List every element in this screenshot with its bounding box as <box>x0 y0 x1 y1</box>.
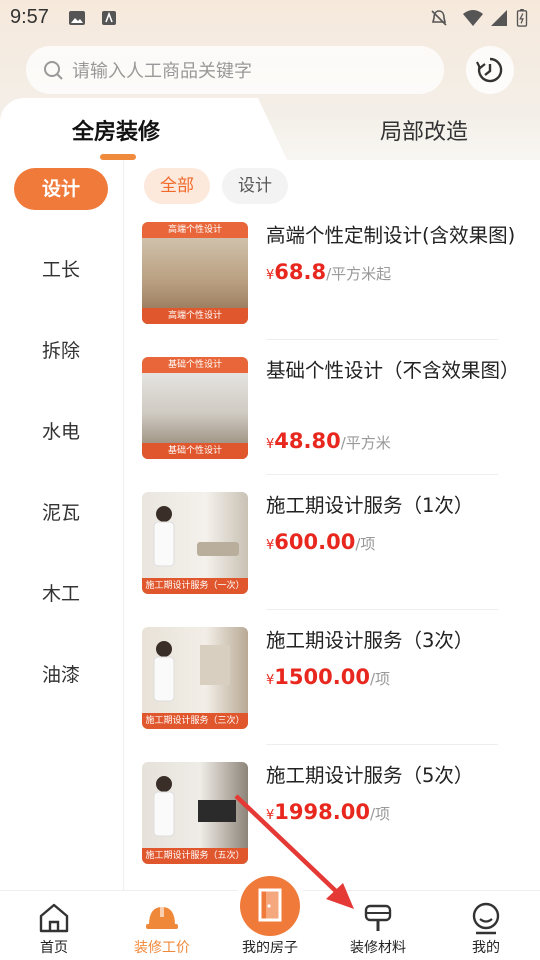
helmet-icon <box>146 907 178 929</box>
product-card[interactable]: 施工期设计服务（三次） 施工期设计服务（3次） ¥1500.00/项 <box>142 627 502 757</box>
search-input[interactable]: 请输入人工商品关键字 <box>26 46 444 94</box>
divider <box>266 744 498 745</box>
designer-photo <box>153 506 239 567</box>
nav-renovation-price[interactable]: 装修工价 <box>108 891 216 960</box>
product-name: 施工期设计服务（3次） <box>266 629 474 652</box>
nav-materials[interactable]: 装修材料 <box>324 891 432 960</box>
filter-all[interactable]: 全部 <box>144 168 210 204</box>
product-thumbnail: 施工期设计服务（三次） <box>142 627 248 729</box>
sidebar-item-painting[interactable]: 油漆 <box>14 654 108 696</box>
sidebar-item-demolition[interactable]: 拆除 <box>14 330 108 372</box>
nav-renovation-price-label: 装修工价 <box>134 940 190 956</box>
sidebar-item-carpentry[interactable]: 木工 <box>14 573 108 615</box>
product-thumbnail: 施工期设计服务（一次） <box>142 492 248 594</box>
sidebar-item-design[interactable]: 设计 <box>14 168 108 210</box>
divider <box>266 474 498 475</box>
app-notification-icon <box>102 11 116 25</box>
product-price: ¥600.00/项 <box>266 530 376 554</box>
nav-home-label: 首页 <box>40 940 68 956</box>
designer-photo <box>153 641 230 702</box>
nav-profile-label: 我的 <box>472 940 500 956</box>
status-time: 9:57 <box>10 6 49 28</box>
profile-icon <box>472 902 500 935</box>
thumbnail-banner-top: 基础个性设计 <box>142 357 248 373</box>
product-thumbnail: 基础个性设计 基础个性设计 <box>142 357 248 459</box>
history-icon <box>476 57 503 83</box>
thumbnail-banner-bottom: 基础个性设计 <box>142 443 248 459</box>
home-icon <box>39 903 69 933</box>
nav-my-house-label: 我的房子 <box>242 940 298 956</box>
thumbnail-banner-bottom: 施工期设计服务（五次） <box>142 848 248 864</box>
image-notification-icon <box>69 11 85 25</box>
product-card[interactable]: 施工期设计服务（一次） 施工期设计服务（1次） ¥600.00/项 <box>142 492 502 622</box>
product-name: 施工期设计服务（5次） <box>266 764 474 787</box>
my-house-button[interactable] <box>240 876 300 936</box>
tab-partial-renovation[interactable]: 局部改造 <box>380 114 468 146</box>
battery-icon <box>516 9 528 27</box>
nav-profile[interactable]: 我的 <box>432 891 540 960</box>
sidebar-item-plumbing-electrical[interactable]: 水电 <box>14 411 108 453</box>
product-price: ¥48.80/平方米 <box>266 429 391 453</box>
thumbnail-banner-bottom: 施工期设计服务（一次） <box>142 578 248 594</box>
thumbnail-banner-bottom: 施工期设计服务（三次） <box>142 713 248 729</box>
product-card[interactable]: 施工期设计服务（五次） 施工期设计服务（5次） ¥1998.00/项 <box>142 762 502 892</box>
product-price: ¥1500.00/项 <box>266 665 390 689</box>
search-placeholder: 请输入人工商品关键字 <box>72 61 252 82</box>
product-price: ¥68.8/平方米起 <box>266 260 392 284</box>
search-icon <box>44 61 63 80</box>
product-thumbnail: 施工期设计服务（五次） <box>142 762 248 864</box>
house-door-icon <box>258 888 282 922</box>
wifi-icon <box>463 10 483 26</box>
history-button[interactable] <box>466 46 514 94</box>
thumbnail-banner-top: 高端个性设计 <box>142 222 248 238</box>
product-card[interactable]: 基础个性设计 基础个性设计 基础个性设计（不含效果图） ¥48.80/平方米 <box>142 357 520 487</box>
status-bar: 9:57 <box>0 0 540 36</box>
product-name: 施工期设计服务（1次） <box>266 494 474 517</box>
mute-icon <box>431 10 447 26</box>
nav-home[interactable]: 首页 <box>0 891 108 960</box>
paint-brush-icon <box>364 904 392 931</box>
divider <box>266 339 498 340</box>
sidebar-item-foreman[interactable]: 工长 <box>14 249 108 291</box>
filter-design[interactable]: 设计 <box>222 168 288 204</box>
product-name: 基础个性设计（不含效果图） <box>266 359 520 382</box>
product-thumbnail: 高端个性设计 高端个性设计 <box>142 222 248 324</box>
signal-icon <box>491 10 507 26</box>
nav-materials-label: 装修材料 <box>350 940 406 956</box>
category-tabs: 全房装修 局部改造 <box>0 98 540 178</box>
tab-full-house[interactable]: 全房装修 <box>72 114 160 146</box>
product-name: 高端个性定制设计(含效果图) <box>266 224 516 247</box>
sidebar-item-tiling[interactable]: 泥瓦 <box>14 492 108 534</box>
thumbnail-banner-bottom: 高端个性设计 <box>142 308 248 324</box>
designer-photo <box>153 776 236 837</box>
product-card[interactable]: 高端个性设计 高端个性设计 高端个性定制设计(含效果图) ¥68.8/平方米起 <box>142 222 515 352</box>
product-price: ¥1998.00/项 <box>266 800 390 824</box>
divider <box>266 609 498 610</box>
